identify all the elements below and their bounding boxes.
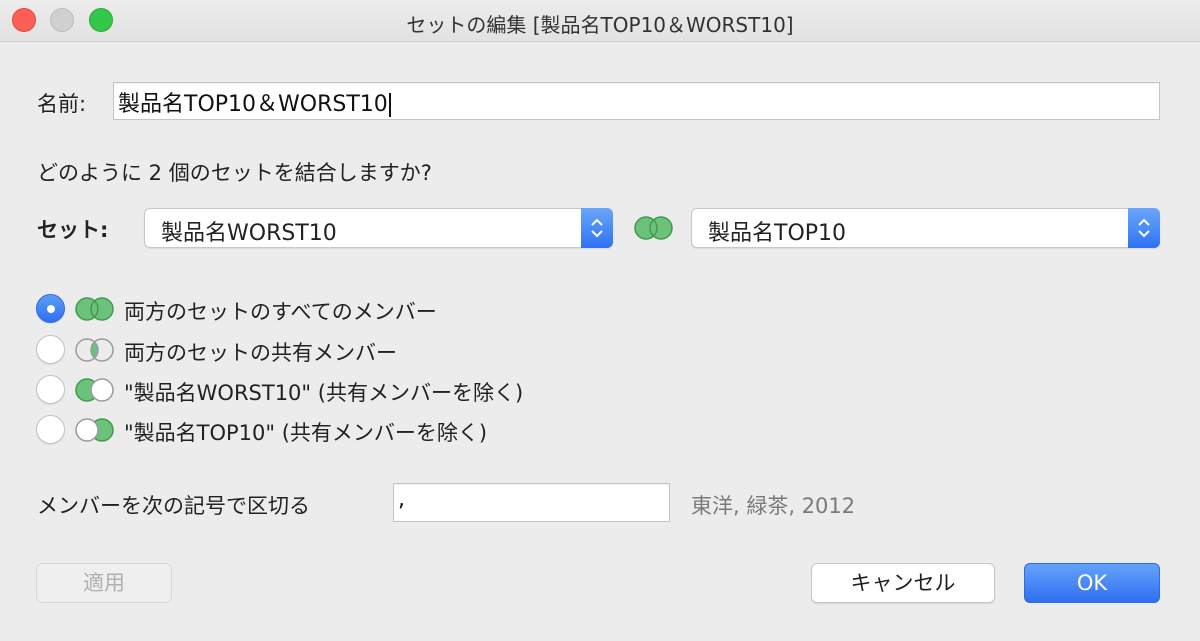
venn-right-only-icon [75,418,114,442]
option-left-only-label: "製品名WORST10" (共有メンバーを除く) [124,381,524,405]
name-label: 名前: [37,92,87,116]
venn-shared-members-icon [75,338,114,362]
separator-label: メンバーを次の記号で区切る [37,494,310,518]
option-all-members-label: 両方のセットのすべてのメンバー [124,300,437,324]
right-set-value: 製品名TOP10 [708,221,847,246]
venn-union-icon [634,216,673,240]
name-input[interactable]: 製品名TOP10＆WORST10 [113,82,1160,120]
combine-question: どのように 2 個のセットを結合しますか? [37,161,432,185]
option-shared-members-label: 両方のセットの共有メンバー [124,341,397,365]
text-caret [388,93,391,117]
cancel-button[interactable]: キャンセル [811,563,995,603]
radio-shared-members[interactable] [36,335,65,364]
right-set-select[interactable]: 製品名TOP10 [691,208,1160,248]
radio-all-members[interactable] [36,294,65,323]
left-set-select[interactable]: 製品名WORST10 [144,208,613,248]
up-down-arrows-icon [581,208,613,248]
separator-input[interactable]: , [393,483,670,522]
up-down-arrows-icon [1128,208,1160,248]
venn-left-only-icon [75,378,114,402]
title-bar: セットの編集 [製品名TOP10＆WORST10] [0,0,1200,42]
venn-all-members-icon [75,297,114,321]
radio-right-except-shared[interactable] [36,415,65,444]
radio-left-except-shared[interactable] [36,375,65,404]
left-set-value: 製品名WORST10 [161,221,337,246]
edit-set-dialog: セットの編集 [製品名TOP10＆WORST10] 名前: 製品名TOP10＆W… [0,0,1200,641]
option-right-only-label: "製品名TOP10" (共有メンバーを除く) [124,421,488,445]
separator-input-value: , [398,487,405,512]
name-input-value: 製品名TOP10＆WORST10 [118,92,388,117]
window-title: セットの編集 [製品名TOP10＆WORST10] [406,13,794,37]
sets-label: セット: [37,218,109,242]
ok-button[interactable]: OK [1024,563,1160,603]
separator-example: 東洋, 緑茶, 2012 [691,494,856,518]
apply-button[interactable]: 適用 [36,563,172,603]
